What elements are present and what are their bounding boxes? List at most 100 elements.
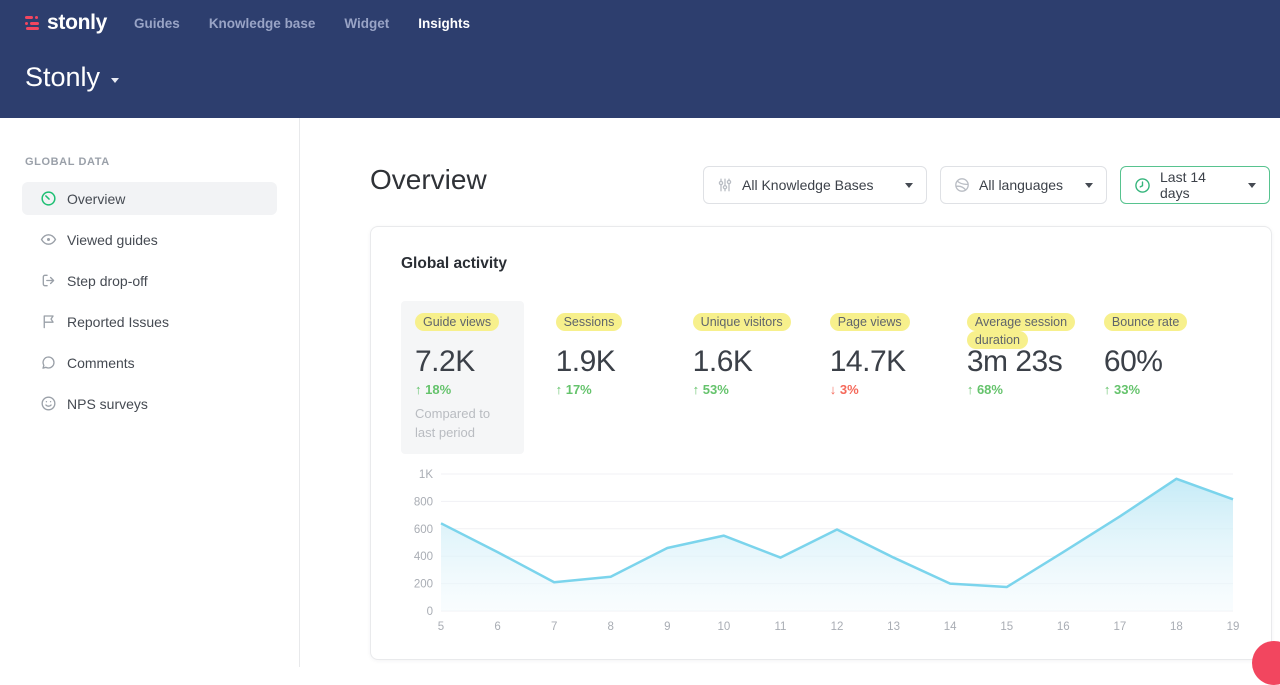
trend-arrow-icon: ↑ bbox=[967, 382, 974, 397]
stonly-logo[interactable]: stonly bbox=[25, 11, 107, 35]
sidebar-item-label: Step drop-off bbox=[67, 273, 148, 289]
filter-value: Last 14 days bbox=[1160, 169, 1236, 201]
metric-label: Unique visitors bbox=[693, 313, 791, 331]
filter-value: All Knowledge Bases bbox=[742, 177, 893, 193]
chevron-down-icon bbox=[111, 78, 119, 83]
workspace-title: Stonly bbox=[25, 62, 100, 93]
flag-icon bbox=[40, 313, 57, 330]
sidebar-item-label: Overview bbox=[67, 191, 125, 207]
stonly-logo-text: stonly bbox=[47, 11, 107, 35]
metric-value: 7.2K bbox=[415, 345, 510, 379]
gauge-icon bbox=[40, 190, 57, 207]
svg-text:11: 11 bbox=[774, 621, 786, 633]
metric-label: Average session duration bbox=[967, 313, 1075, 349]
svg-text:6: 6 bbox=[494, 621, 500, 633]
sidebar-item-label: Viewed guides bbox=[67, 232, 158, 248]
metric-guide-views[interactable]: Guide views 7.2K ↑ 18% Compared to last … bbox=[401, 301, 524, 454]
trend-arrow-icon: ↑ bbox=[693, 382, 700, 397]
metric-unique-visitors[interactable]: Unique visitors 1.6K ↑ 53% bbox=[693, 301, 808, 454]
global-activity-card: Global activity Guide views 7.2K ↑ 18% C… bbox=[370, 226, 1272, 660]
svg-text:19: 19 bbox=[1227, 621, 1240, 633]
top-nav: stonly Guides Knowledge base Widget Insi… bbox=[0, 0, 1280, 36]
metric-avg-session-duration[interactable]: Average session duration 3m 23s ↑ 68% bbox=[967, 301, 1082, 454]
filters-bar: All Knowledge Bases All languages Last 1… bbox=[703, 166, 1270, 204]
sidebar-section-label: GLOBAL DATA bbox=[25, 156, 299, 168]
date-range-filter[interactable]: Last 14 days bbox=[1120, 166, 1270, 204]
chevron-down-icon bbox=[905, 183, 913, 188]
smiley-icon bbox=[40, 395, 57, 412]
sidebar-list: Overview Viewed guides Step drop-off bbox=[0, 182, 299, 420]
comment-icon bbox=[40, 354, 57, 371]
svg-text:16: 16 bbox=[1057, 621, 1070, 633]
metric-label: Sessions bbox=[556, 313, 623, 331]
svg-text:12: 12 bbox=[831, 621, 844, 633]
svg-text:13: 13 bbox=[887, 621, 900, 633]
svg-text:10: 10 bbox=[717, 621, 730, 633]
metric-label: Guide views bbox=[415, 313, 499, 331]
svg-text:0: 0 bbox=[427, 606, 433, 618]
nav-item-knowledge-base[interactable]: Knowledge base bbox=[209, 16, 316, 31]
main-content: Overview All Knowledge Bases All languag… bbox=[300, 118, 1280, 667]
metric-value: 14.7K bbox=[830, 345, 945, 379]
language-filter[interactable]: All languages bbox=[940, 166, 1107, 204]
eye-icon bbox=[40, 231, 57, 248]
metric-sessions[interactable]: Sessions 1.9K ↑ 17% bbox=[556, 301, 671, 454]
sidebar-item-reported-issues[interactable]: Reported Issues bbox=[22, 305, 277, 338]
metric-label: Bounce rate bbox=[1104, 313, 1187, 331]
sidebar: GLOBAL DATA Overview Viewed guides bbox=[0, 118, 300, 667]
sidebar-item-label: Reported Issues bbox=[67, 314, 169, 330]
svg-text:7: 7 bbox=[551, 621, 557, 633]
clock-icon bbox=[1134, 177, 1151, 194]
trend-arrow-icon: ↑ bbox=[556, 382, 563, 397]
svg-text:200: 200 bbox=[414, 579, 433, 591]
knowledge-base-filter[interactable]: All Knowledge Bases bbox=[703, 166, 927, 204]
step-exit-icon bbox=[40, 272, 57, 289]
nav-item-widget[interactable]: Widget bbox=[344, 16, 389, 31]
sidebar-item-label: Comments bbox=[67, 355, 135, 371]
svg-text:9: 9 bbox=[664, 621, 670, 633]
svg-text:14: 14 bbox=[944, 621, 957, 633]
metric-value: 1.6K bbox=[693, 345, 808, 379]
metric-delta: ↑ 17% bbox=[556, 382, 671, 397]
nav-item-guides[interactable]: Guides bbox=[134, 16, 180, 31]
metric-value: 60% bbox=[1104, 345, 1219, 379]
globe-icon bbox=[954, 177, 970, 193]
metric-bounce-rate[interactable]: Bounce rate 60% ↑ 33% bbox=[1104, 301, 1219, 454]
sidebar-item-overview[interactable]: Overview bbox=[22, 182, 277, 215]
card-title: Global activity bbox=[401, 255, 1241, 273]
metric-delta: ↑ 33% bbox=[1104, 382, 1219, 397]
svg-text:1K: 1K bbox=[419, 469, 433, 481]
top-header: stonly Guides Knowledge base Widget Insi… bbox=[0, 0, 1280, 118]
page-title: Overview bbox=[370, 164, 487, 196]
svg-text:800: 800 bbox=[414, 496, 433, 508]
activity-chart: 02004006008001K5678910111213141516171819 bbox=[401, 462, 1241, 643]
top-nav-links: Guides Knowledge base Widget Insights bbox=[134, 16, 470, 31]
sidebar-item-nps-surveys[interactable]: NPS surveys bbox=[22, 387, 277, 420]
svg-text:15: 15 bbox=[1000, 621, 1013, 633]
metric-delta: ↓ 3% bbox=[830, 382, 945, 397]
svg-text:400: 400 bbox=[414, 551, 433, 563]
nav-item-insights[interactable]: Insights bbox=[418, 16, 470, 31]
sidebar-item-label: NPS surveys bbox=[67, 396, 148, 412]
trend-arrow-icon: ↓ bbox=[830, 382, 837, 397]
metric-delta: ↑ 53% bbox=[693, 382, 808, 397]
metric-value: 1.9K bbox=[556, 345, 671, 379]
workspace-selector[interactable]: Stonly bbox=[25, 62, 119, 93]
metric-delta: ↑ 68% bbox=[967, 382, 1082, 397]
svg-text:17: 17 bbox=[1113, 621, 1126, 633]
metric-label: Page views bbox=[830, 313, 910, 331]
sidebar-item-step-drop-off[interactable]: Step drop-off bbox=[22, 264, 277, 297]
chevron-down-icon bbox=[1085, 183, 1093, 188]
svg-text:5: 5 bbox=[438, 621, 444, 633]
trend-arrow-icon: ↑ bbox=[415, 382, 422, 397]
filter-sliders-icon bbox=[717, 177, 733, 193]
svg-text:8: 8 bbox=[608, 621, 614, 633]
metric-page-views[interactable]: Page views 14.7K ↓ 3% bbox=[830, 301, 945, 454]
metric-delta: ↑ 18% bbox=[415, 382, 510, 397]
area-chart[interactable]: 02004006008001K5678910111213141516171819 bbox=[401, 462, 1243, 638]
sidebar-item-viewed-guides[interactable]: Viewed guides bbox=[22, 223, 277, 256]
svg-text:18: 18 bbox=[1170, 621, 1183, 633]
sidebar-item-comments[interactable]: Comments bbox=[22, 346, 277, 379]
metric-value: 3m 23s bbox=[967, 345, 1082, 379]
metric-note: Compared to last period bbox=[415, 404, 510, 442]
